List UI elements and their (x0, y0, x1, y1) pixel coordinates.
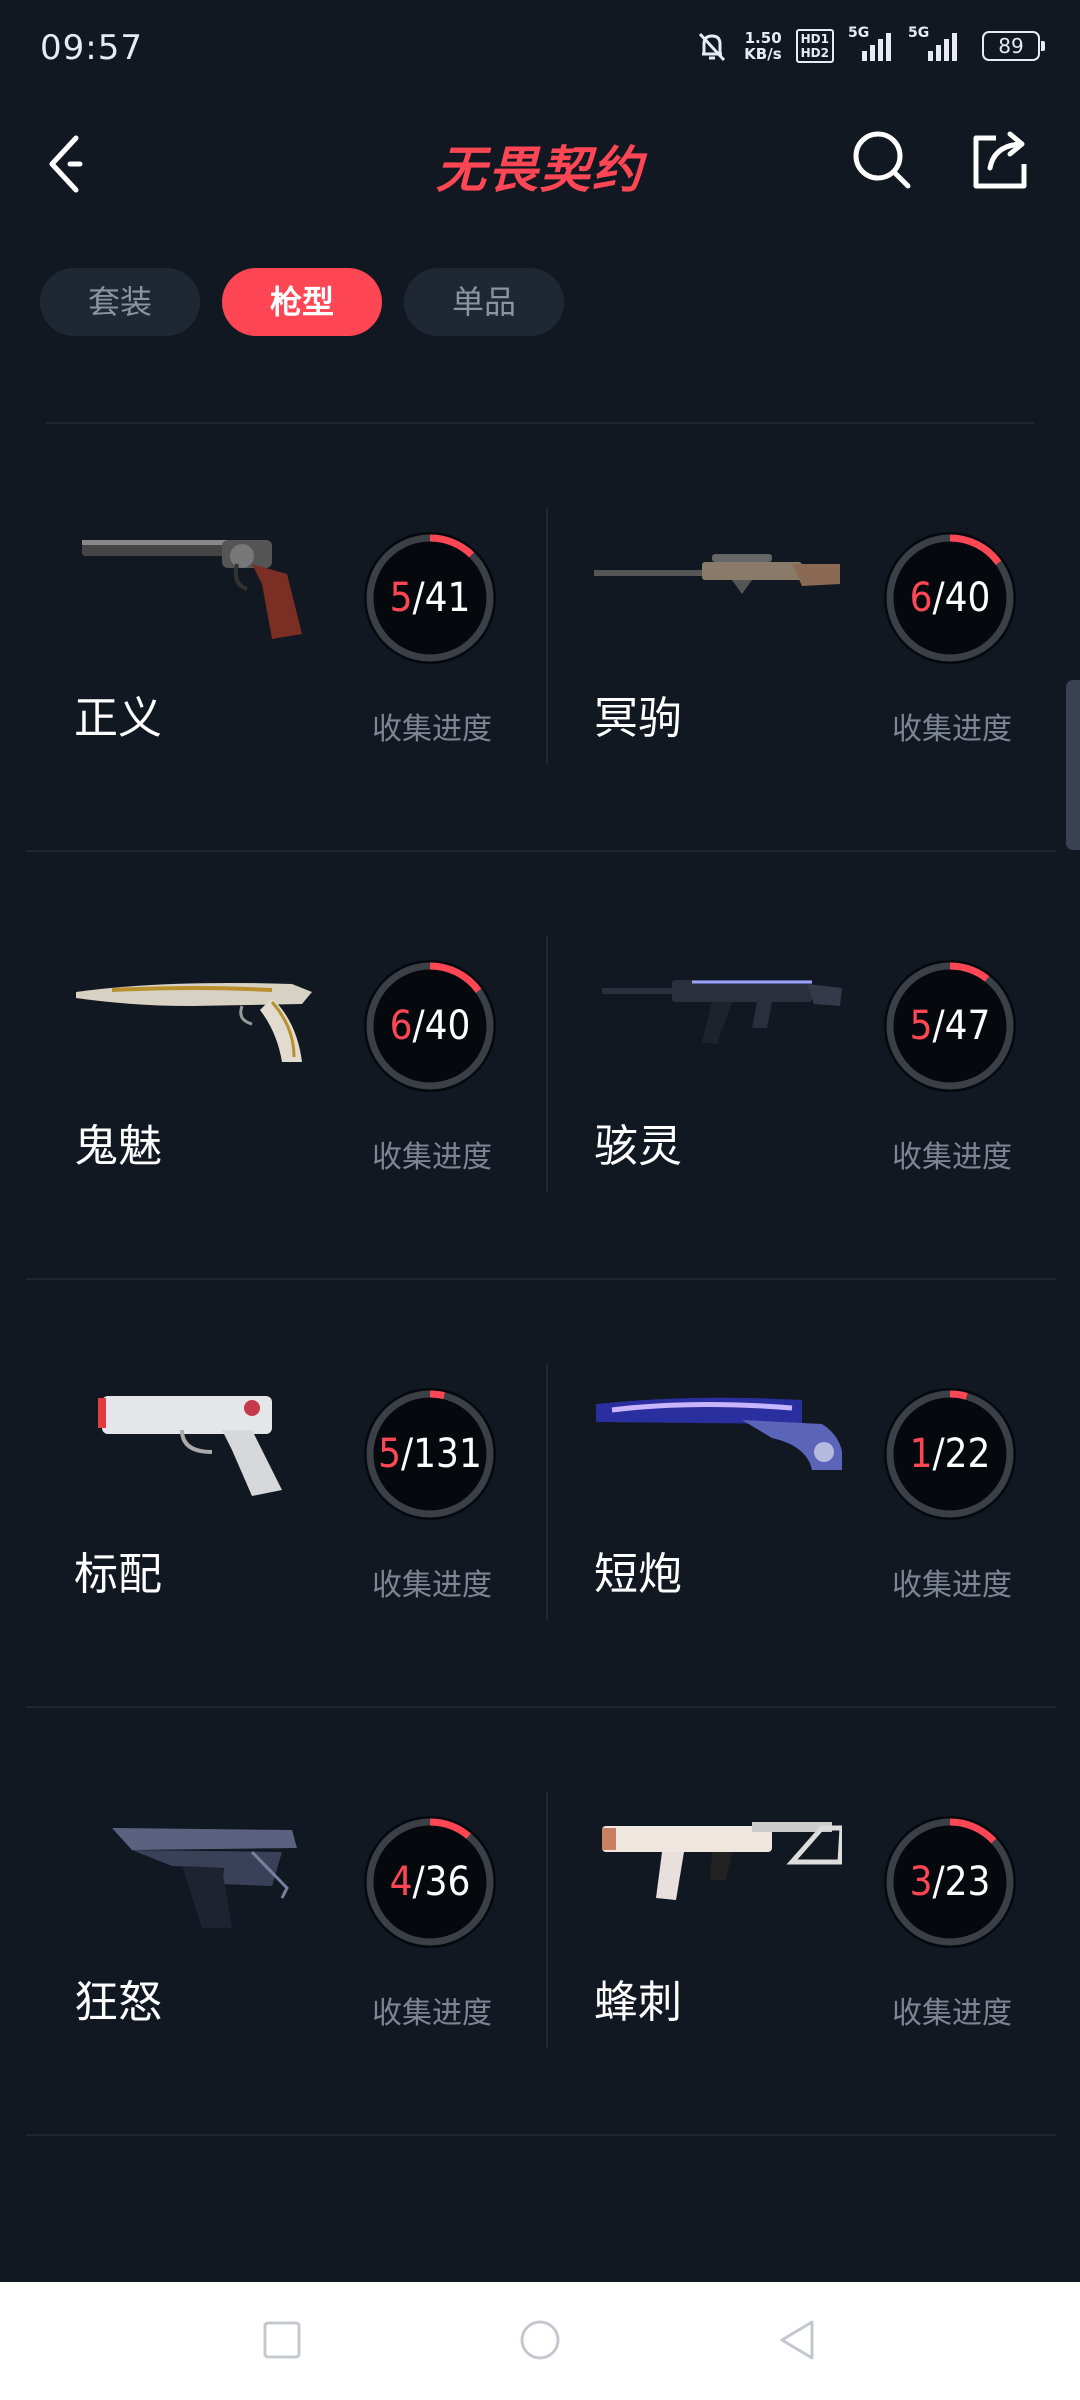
weapon-card[interactable]: 冥驹 6/40 收集进度 (546, 424, 1060, 850)
square-icon (263, 2321, 301, 2359)
progress-label: 收集进度 (372, 712, 492, 747)
weapon-card[interactable]: 骇灵 5/47 收集进度 (546, 852, 1060, 1278)
total-count: /23 (932, 1859, 991, 1905)
tab-weapon-type[interactable]: 枪型 (222, 268, 382, 336)
owned-count: 6 (909, 575, 933, 621)
circle-icon (520, 2320, 560, 2360)
weapon-card[interactable]: 鬼魅 6/40 收集进度 (26, 852, 540, 1278)
revolver-icon (72, 504, 322, 644)
system-nav-bar (0, 2282, 1080, 2400)
signal-icon-2: 5G (908, 25, 968, 61)
total-count: /41 (412, 575, 471, 621)
weapon-name: 鬼魅 (74, 1121, 162, 1172)
share-icon (973, 131, 1027, 189)
weapon-row: 标配 5/131 收集进度 短炮 1/22 收集进度 (26, 1280, 1056, 1708)
progress-label: 收集进度 (892, 1568, 1012, 1603)
status-time: 09:57 (40, 28, 143, 68)
weapon-name: 蜂刺 (594, 1977, 682, 2028)
status-bar: 09:57 1.50 KB/s HD1 HD2 5G 5G 89 (0, 0, 1080, 100)
mute-bell-icon (699, 32, 726, 62)
weapon-row: 正义 5/41 收集进度 冥驹 6/40 收集进度 (26, 424, 1056, 852)
machine-pistol-icon (72, 1788, 322, 1928)
network-speed: 1.50 KB/s (744, 30, 781, 62)
collection-count: 5/41 (360, 528, 500, 668)
total-count: /47 (932, 1003, 991, 1049)
hd-badge: HD1 HD2 (795, 29, 834, 63)
collection-count: 3/23 (880, 1812, 1020, 1952)
recents-button[interactable] (260, 2318, 304, 2362)
scroll-handle[interactable] (1066, 680, 1080, 850)
collection-count: 4/36 (360, 1812, 500, 1952)
pistol-icon (72, 932, 322, 1072)
weapon-name: 冥驹 (594, 693, 682, 744)
weapon-card[interactable]: 标配 5/131 收集进度 (26, 1280, 540, 1706)
owned-count: 5 (389, 575, 413, 621)
app-header: 无畏契约 (0, 110, 1080, 210)
collection-count: 5/47 (880, 956, 1020, 1096)
total-count: /40 (412, 1003, 471, 1049)
progress-label: 收集进度 (892, 1140, 1012, 1175)
network-speed-unit: KB/s (744, 45, 782, 63)
home-button[interactable] (518, 2318, 562, 2362)
weapon-name: 正义 (74, 693, 162, 744)
owned-count: 3 (909, 1859, 933, 1905)
collection-count: 6/40 (360, 956, 500, 1096)
weapon-card[interactable]: 蜂刺 3/23 收集进度 (546, 1708, 1060, 2134)
owned-count: 6 (389, 1003, 413, 1049)
total-count: /131 (401, 1431, 482, 1477)
collection-count: 1/22 (880, 1384, 1020, 1524)
hd2-label: HD2 (800, 46, 829, 60)
weapon-grid: 正义 5/41 收集进度 冥驹 6/40 收集进度 鬼魅 6/40 收集进度 骇灵 5/47 收集进度… (26, 424, 1056, 2136)
sniper-rifle-icon (592, 504, 842, 644)
sidearm-icon (72, 1360, 322, 1500)
progress-label: 收集进度 (372, 1996, 492, 2031)
weapon-row: 鬼魅 6/40 收集进度 骇灵 5/47 收集进度 (26, 852, 1056, 1280)
network-type-2: 5G (908, 25, 930, 41)
owned-count: 4 (389, 1859, 413, 1905)
status-icons: 1.50 KB/s HD1 HD2 5G 5G 89 (694, 25, 1045, 64)
progress-label: 收集进度 (892, 1996, 1012, 2031)
search-button[interactable] (846, 124, 916, 194)
nav-back-button[interactable] (776, 2318, 820, 2362)
app-logo-title: 无畏契约 (436, 141, 644, 199)
weapon-card[interactable]: 狂怒 4/36 收集进度 (26, 1708, 540, 2134)
hd1-label: HD1 (800, 32, 829, 46)
owned-count: 5 (909, 1003, 933, 1049)
battery-icon: 89 (982, 31, 1045, 61)
progress-label: 收集进度 (372, 1568, 492, 1603)
collection-count: 5/131 (360, 1384, 500, 1524)
owned-count: 5 (378, 1431, 402, 1477)
progress-label: 收集进度 (372, 1140, 492, 1175)
triangle-back-icon (780, 2320, 814, 2360)
rifle-icon (592, 932, 842, 1072)
signal-icon-1: 5G (848, 25, 894, 61)
tab-single-item[interactable]: 单品 (404, 268, 564, 336)
search-icon (853, 131, 911, 189)
category-tabs: 套装 枪型 单品 (40, 268, 564, 336)
weapon-card[interactable]: 正义 5/41 收集进度 (26, 424, 540, 850)
weapon-name: 标配 (74, 1549, 162, 1600)
shotgun-pistol-icon (592, 1360, 843, 1500)
weapon-card[interactable]: 短炮 1/22 收集进度 (546, 1280, 1060, 1706)
network-type-1: 5G (848, 25, 870, 41)
owned-count: 1 (909, 1431, 933, 1477)
weapon-name: 短炮 (594, 1549, 682, 1600)
collection-count: 6/40 (880, 528, 1020, 668)
total-count: /22 (932, 1431, 991, 1477)
weapon-name: 狂怒 (74, 1977, 162, 2028)
progress-label: 收集进度 (892, 712, 1012, 747)
weapon-row: 狂怒 4/36 收集进度 蜂刺 3/23 收集进度 (26, 1708, 1056, 2136)
total-count: /40 (932, 575, 991, 621)
total-count: /36 (412, 1859, 471, 1905)
smg-icon (592, 1788, 845, 1928)
network-speed-value: 1.50 (744, 29, 782, 47)
weapon-name: 骇灵 (594, 1121, 682, 1172)
share-button[interactable] (966, 124, 1036, 194)
tab-outfit[interactable]: 套装 (40, 268, 200, 336)
